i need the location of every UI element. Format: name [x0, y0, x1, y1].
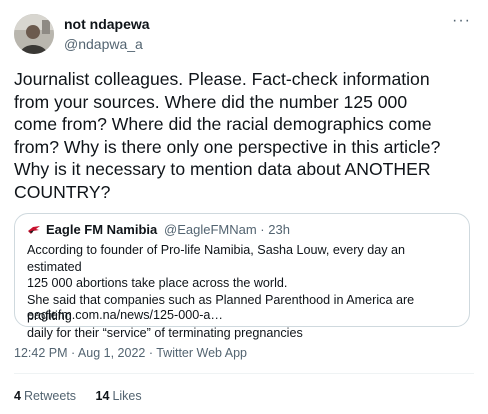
- avatar-photo: [14, 14, 54, 54]
- author-handle[interactable]: @ndapwa_a: [64, 36, 143, 52]
- author-name[interactable]: not ndapewa: [64, 16, 150, 32]
- tweet-text: Journalist colleagues. Please. Fact-chec…: [14, 69, 441, 202]
- retweets-stat[interactable]: 4 Retweets: [14, 389, 76, 403]
- quoted-text: According to founder of Pro-life Namibia…: [27, 243, 415, 340]
- quoted-separator: ·: [260, 222, 265, 237]
- likes-count: 14: [95, 389, 110, 403]
- retweets-label: Retweets: [23, 389, 77, 403]
- quoted-time[interactable]: 23h: [268, 222, 290, 237]
- more-options-icon[interactable]: ···: [452, 13, 471, 29]
- tweet: not ndapewa @ndapwa_a ··· Journalist col…: [0, 0, 488, 414]
- quoted-author-name[interactable]: Eagle FM Namibia: [46, 222, 157, 237]
- tweet-stats: 4 Retweets 14 Likes: [14, 389, 158, 403]
- likes-label: Likes: [112, 389, 142, 403]
- retweets-count: 4: [14, 389, 21, 403]
- eagle-logo-icon: [28, 226, 40, 234]
- likes-stat[interactable]: 14 Likes: [96, 389, 142, 403]
- quoted-meta: @EagleFMNam · 23h: [164, 222, 290, 237]
- tweet-timestamp[interactable]: 12:42 PM · Aug 1, 2022 · Twitter Web App: [14, 346, 247, 360]
- quoted-tweet[interactable]: Eagle FM Namibia @EagleFMNam · 23h Accor…: [14, 213, 470, 340]
- divider: [14, 373, 474, 374]
- quoted-link[interactable]: eaglefm.com.na/news/125-000-a…: [27, 308, 223, 322]
- avatar[interactable]: [14, 14, 54, 54]
- quoted-author-handle: @EagleFMNam: [164, 222, 257, 237]
